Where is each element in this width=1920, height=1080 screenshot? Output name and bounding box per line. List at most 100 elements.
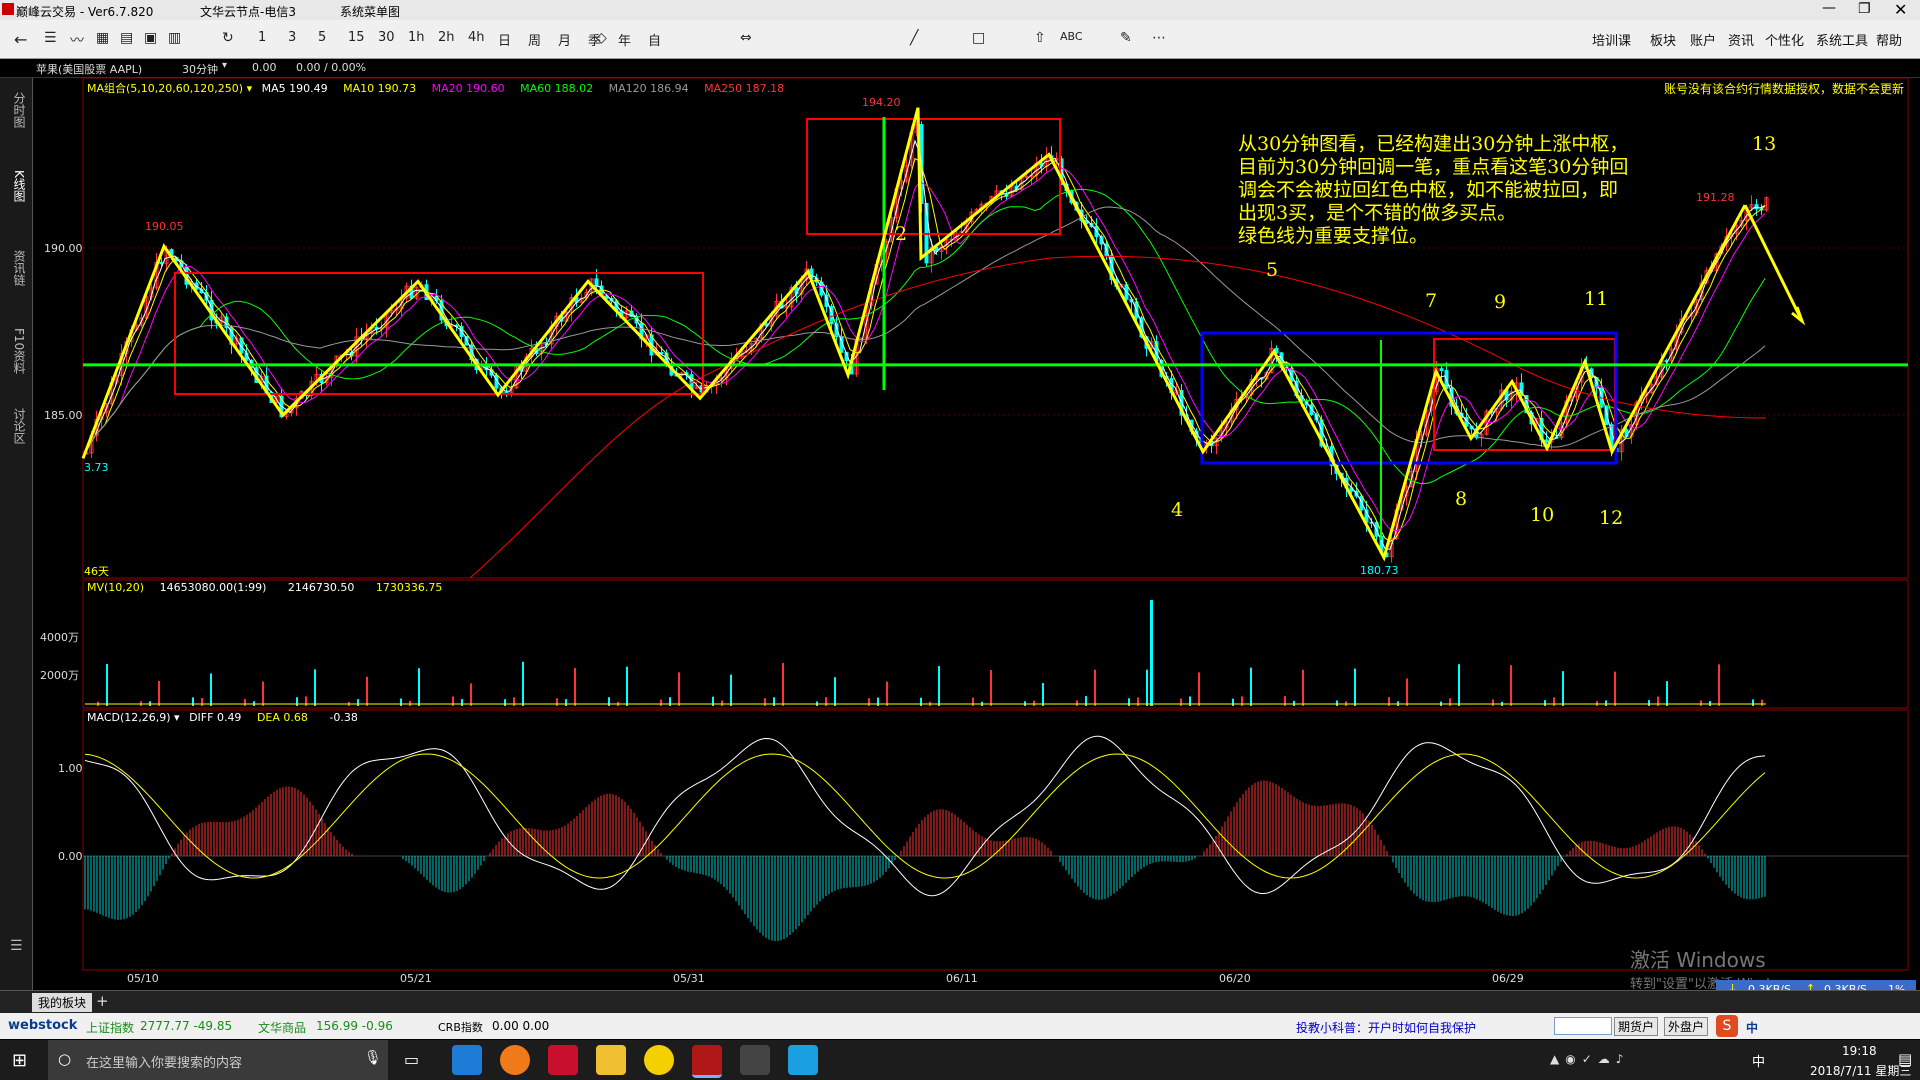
wave-label: 9 xyxy=(1494,291,1507,313)
save-icon[interactable]: ▥ xyxy=(168,30,181,46)
ma-legend: MA组合(5,10,20,60,120,250) ▾ MA5 190.49 MA… xyxy=(87,80,784,96)
macd-label[interactable]: MACD(12,26,9) xyxy=(87,711,171,724)
calculator-icon[interactable] xyxy=(740,1045,770,1075)
index1-name[interactable]: 上证指数 xyxy=(86,1019,134,1036)
volume-bar xyxy=(1293,700,1295,706)
menu-item-4[interactable]: 个性化 xyxy=(1765,30,1804,49)
menu-item-2[interactable]: 账户 xyxy=(1690,30,1716,49)
volume-bar xyxy=(678,672,680,706)
ma60-value: MA60 188.02 xyxy=(520,82,594,95)
server-label: 文华云节点-电信3 xyxy=(200,5,296,19)
volume-bar xyxy=(886,681,888,706)
pen-icon[interactable]: ✎ xyxy=(1120,30,1132,46)
trend-icon[interactable]: 〰 xyxy=(70,30,84,50)
up-arrow-icon[interactable]: ⇧ xyxy=(1034,30,1046,46)
volume-bar xyxy=(305,696,307,706)
period-button-2h[interactable]: 2h xyxy=(438,30,455,45)
text-icon[interactable]: ABC xyxy=(1060,30,1083,43)
app-icon[interactable] xyxy=(788,1045,818,1075)
x-tick: 06/11 xyxy=(946,972,978,985)
volume-v1: 14653080.00(1:99) xyxy=(159,581,267,594)
microphone-icon[interactable]: 🎙 xyxy=(364,1050,382,1066)
futures-account-button[interactable]: 期货户 xyxy=(1614,1017,1659,1036)
volume-label[interactable]: MV(10,20) xyxy=(87,581,144,594)
volume-bar xyxy=(1189,696,1191,706)
volume-bar xyxy=(1094,669,1096,706)
period-button-月[interactable]: 月 xyxy=(558,30,571,49)
volume-bar xyxy=(1614,671,1616,706)
bottom-tabs: 我的板块 + xyxy=(0,990,1920,1013)
calc-icon[interactable]: ▣ xyxy=(144,30,157,46)
close-icon[interactable]: ✕ xyxy=(1894,0,1907,19)
volume-bar xyxy=(1458,664,1460,706)
list-icon[interactable]: ☰ xyxy=(44,30,57,46)
menu-item-6[interactable]: 帮助 xyxy=(1876,30,1902,49)
note-line: 绿色线为重要支撑位。 xyxy=(1238,225,1429,247)
index2-name[interactable]: 文华商品 xyxy=(258,1019,306,1036)
grid-icon[interactable]: ▦ xyxy=(96,30,109,46)
task-view-icon[interactable]: ▭ xyxy=(404,1050,419,1069)
chevron-down-icon[interactable]: ▾ xyxy=(174,711,180,724)
period-button-周[interactable]: 周 xyxy=(528,30,541,49)
wave-label: 8 xyxy=(1455,488,1468,510)
price-label: 191.28 xyxy=(1696,191,1735,204)
volume-bar xyxy=(1241,696,1243,706)
app-icon[interactable] xyxy=(548,1045,578,1075)
foreign-account-button[interactable]: 外盘户 xyxy=(1664,1017,1709,1036)
system-menu-label[interactable]: 系统菜单图 xyxy=(340,3,400,20)
chevron-down-icon[interactable]: ▾ xyxy=(247,82,253,95)
notification-icon[interactable]: ▤ xyxy=(1898,1050,1912,1068)
windows-start-icon[interactable]: ⊞ xyxy=(12,1050,27,1071)
price-label: 190.05 xyxy=(145,220,184,233)
period-button-4h[interactable]: 4h xyxy=(468,30,485,45)
ma5-value: MA5 190.49 xyxy=(261,82,328,95)
period-button-季[interactable]: 季 xyxy=(588,30,601,49)
rect-icon[interactable]: □ xyxy=(972,30,985,46)
app-icon[interactable] xyxy=(644,1045,674,1075)
menu-item-3[interactable]: 资讯 xyxy=(1728,30,1754,49)
period-select[interactable]: 30分钟 xyxy=(182,61,218,77)
symbol-name[interactable]: 苹果(美国股票 AAPL) xyxy=(36,61,142,77)
period-button-年[interactable]: 年 xyxy=(618,30,631,49)
compare-icon[interactable]: ▤ xyxy=(120,30,133,46)
volume-bar xyxy=(1284,696,1286,706)
app-icon[interactable] xyxy=(500,1045,530,1075)
volume-bar xyxy=(773,697,775,706)
ime-status[interactable]: 中 xyxy=(1746,1019,1758,1036)
menu-item-0[interactable]: 培训课 xyxy=(1592,30,1631,49)
search-bar[interactable]: ○ 在这里输入你要搜索的内容 🎙 xyxy=(48,1040,388,1080)
expand-icon[interactable]: ⇔ xyxy=(740,30,752,46)
ma-combo-label[interactable]: MA组合(5,10,20,60,120,250) xyxy=(87,82,243,95)
period-button-3[interactable]: 3 xyxy=(288,30,296,45)
menu-item-1[interactable]: 板块 xyxy=(1650,30,1676,49)
minimize-icon[interactable]: — xyxy=(1822,0,1836,16)
volume-bar xyxy=(1657,696,1659,706)
webstock-logo: webstock xyxy=(8,1018,78,1033)
volume-bar xyxy=(418,668,420,706)
add-tab-button[interactable]: + xyxy=(96,992,109,1010)
index3-name[interactable]: CRB指数 xyxy=(438,1019,483,1035)
restore-icon[interactable]: ❐ xyxy=(1858,1,1871,17)
tab-my-sector[interactable]: 我的板块 xyxy=(32,993,93,1012)
period-button-15[interactable]: 15 xyxy=(348,30,365,45)
menu-item-5[interactable]: 系统工具 xyxy=(1816,30,1868,49)
tray-ime[interactable]: 中 xyxy=(1752,1051,1765,1070)
trading-app-icon[interactable] xyxy=(692,1045,722,1078)
y-tick: 190.00 xyxy=(44,242,83,255)
period-button-5[interactable]: 5 xyxy=(318,30,326,45)
folder-icon[interactable] xyxy=(596,1045,626,1075)
back-icon[interactable]: ← xyxy=(14,30,27,49)
period-button-自[interactable]: 自 xyxy=(648,30,661,49)
search-box[interactable] xyxy=(1554,1017,1612,1035)
period-button-日[interactable]: 日 xyxy=(498,30,511,49)
tip-link[interactable]: 投教小科普：开户时如何自我保护 xyxy=(1296,1019,1476,1036)
refresh-icon[interactable]: ↻ xyxy=(222,30,234,46)
line-icon[interactable]: ╱ xyxy=(910,30,918,46)
edge-icon[interactable] xyxy=(452,1045,482,1075)
more-icon[interactable]: ⋯ xyxy=(1152,30,1166,46)
period-button-30[interactable]: 30 xyxy=(378,30,395,45)
tray-icons[interactable]: ▲◉✓☁♪ xyxy=(1550,1052,1629,1066)
period-button-1[interactable]: 1 xyxy=(258,30,266,45)
period-button-1h[interactable]: 1h xyxy=(408,30,425,45)
chevron-down-icon[interactable]: ▾ xyxy=(222,60,227,71)
